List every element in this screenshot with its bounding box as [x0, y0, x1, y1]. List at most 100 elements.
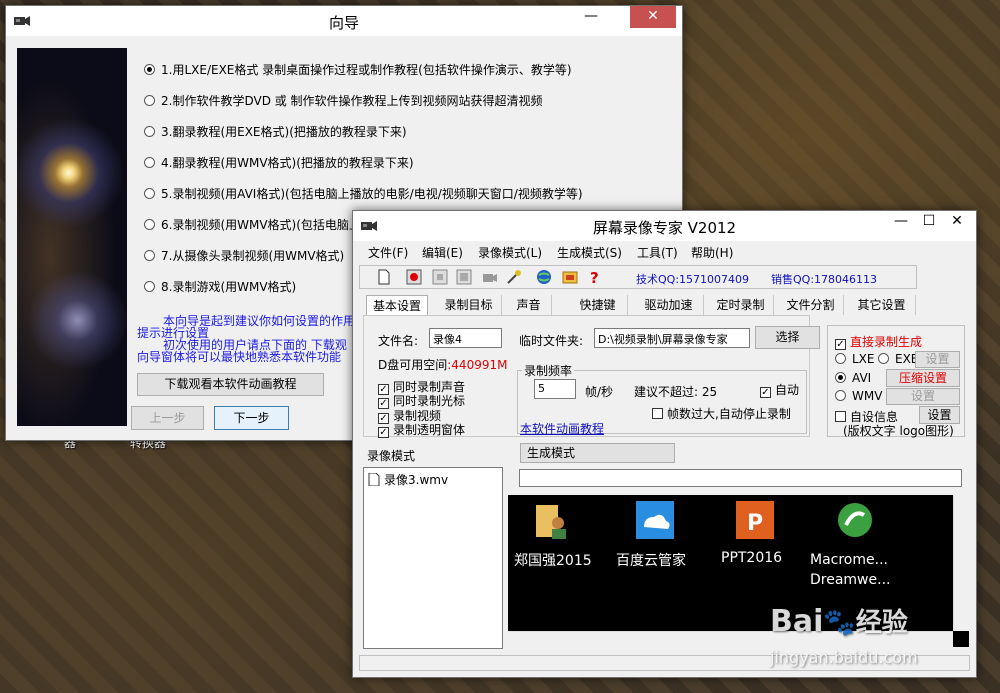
file-list: 录像3.wmv: [363, 467, 503, 649]
wizard-note-line-4: 向导窗体将可以最快地熟悉本软件功能: [137, 350, 342, 364]
minimize-button[interactable]: —: [576, 6, 606, 28]
preview-icon-label-1: 郑国强2015: [514, 553, 592, 569]
freq-input[interactable]: 5: [534, 379, 576, 399]
new-file-icon[interactable]: [376, 269, 392, 285]
wmv-settings-button[interactable]: 设置: [886, 388, 960, 405]
tab-file-split[interactable]: 文件分割: [778, 295, 844, 315]
preview-icon-label-4: Macrome... Dreamwe...: [810, 552, 891, 588]
svg-text:?: ?: [590, 269, 599, 285]
radio-icon[interactable]: [144, 126, 155, 137]
radio-icon[interactable]: [144, 188, 155, 199]
baidu-watermark-url: jingyan.baidu.com: [770, 648, 918, 667]
tab-driver-accel[interactable]: 驱动加速: [634, 295, 704, 315]
tools-icon[interactable]: [562, 269, 578, 285]
tab-sound[interactable]: 声音: [506, 295, 552, 315]
wizard-option-3[interactable]: 3.翻录教程(用EXE格式)(把播放的教程录下来): [144, 123, 407, 140]
tab-hotkeys[interactable]: 快捷键: [568, 295, 628, 315]
preview-icon-label-2: 百度云管家: [616, 553, 686, 569]
menu-file[interactable]: 文件(F): [368, 244, 408, 261]
checkbox-auto-stop[interactable]: 帧数过大,自动停止录制: [652, 405, 791, 422]
freq-unit: 帧/秒: [585, 385, 614, 399]
checkbox-auto[interactable]: ✓ 自动: [760, 381, 799, 398]
preview-scrollbar-vertical[interactable]: [953, 495, 969, 631]
radio-icon[interactable]: [144, 157, 155, 168]
compress-settings-button[interactable]: 压缩设置: [886, 369, 960, 387]
radio-icon[interactable]: [144, 64, 155, 75]
wand-icon[interactable]: [506, 269, 522, 285]
tab-record-target[interactable]: 录制目标: [436, 295, 502, 315]
radio-icon[interactable]: [144, 281, 155, 292]
checkbox-icon[interactable]: [652, 408, 663, 419]
suggest-value: 25: [701, 385, 718, 399]
wizard-option-6[interactable]: 6.录制视频(用WMV格式)(包括电脑上: [144, 216, 361, 233]
checkbox-icon[interactable]: ✓: [835, 339, 846, 350]
radio-wmv[interactable]: WMV: [835, 389, 882, 403]
radio-icon[interactable]: [835, 372, 846, 383]
maximize-button[interactable]: ☐: [914, 211, 944, 233]
radio-icon[interactable]: [878, 353, 889, 364]
radio-icon[interactable]: [835, 353, 846, 364]
record-mode-label: 录像模式: [367, 449, 416, 463]
help-icon[interactable]: ?: [586, 269, 602, 285]
wizard-option-7[interactable]: 7.从摄像头录制视频(用WMV格式): [144, 247, 344, 264]
radio-icon[interactable]: [144, 95, 155, 106]
next-step-button[interactable]: 下一步: [214, 406, 289, 430]
tempdir-input[interactable]: D:\视频录制\屏幕录像专家: [594, 328, 750, 348]
tab-scheduled[interactable]: 定时录制: [708, 295, 774, 315]
baidu-cloud-icon: [636, 501, 674, 539]
record-icon[interactable]: [406, 269, 422, 285]
tempdir-label: 临时文件夹:: [519, 334, 584, 348]
radio-icon[interactable]: [144, 219, 155, 230]
checkbox-icon[interactable]: ✓: [760, 387, 771, 398]
wizard-titlebar[interactable]: 向导 — ✕: [6, 6, 682, 36]
list-item[interactable]: 录像3.wmv: [368, 471, 448, 488]
menu-tools[interactable]: 工具(T): [637, 244, 678, 261]
menu-edit[interactable]: 编辑(E): [422, 244, 463, 261]
globe-icon[interactable]: [536, 269, 552, 285]
radio-icon[interactable]: [835, 390, 846, 401]
svg-text:P: P: [747, 511, 763, 536]
download-tutorial-button[interactable]: 下载观看本软件动画教程: [137, 373, 324, 396]
tech-qq[interactable]: 技术QQ:1571007409: [636, 271, 749, 287]
wizard-option-4[interactable]: 4.翻录教程(用WMV格式)(把播放的教程录下来): [144, 154, 414, 171]
user-folder-icon: [536, 505, 566, 539]
pause-icon[interactable]: [432, 269, 448, 285]
tab-other-settings[interactable]: 其它设置: [848, 295, 916, 315]
stop-icon[interactable]: [456, 269, 472, 285]
filename-label: 文件名:: [378, 334, 419, 348]
radio-exe[interactable]: EXE: [878, 352, 918, 366]
lxe-settings-button[interactable]: 设置: [915, 351, 960, 368]
disk-space-value: :440991M: [447, 358, 508, 372]
menu-record-mode[interactable]: 录像模式(L): [478, 244, 542, 261]
gen-mode-tab[interactable]: 生成模式: [520, 443, 675, 463]
minimize-button[interactable]: —: [886, 211, 916, 233]
filename-input[interactable]: 录像4: [429, 328, 502, 348]
select-folder-button[interactable]: 选择: [755, 326, 820, 349]
preview-icon-label-3: PPT2016: [721, 550, 783, 566]
checkbox-direct-gen[interactable]: ✓ 直接录制生成: [835, 333, 922, 350]
menu-help[interactable]: 帮助(H): [691, 244, 733, 261]
close-button[interactable]: ✕: [942, 211, 972, 233]
checkbox-record-transparent[interactable]: ✓ 录制透明窗体: [378, 421, 465, 438]
camera-record-icon[interactable]: [482, 269, 498, 285]
file-icon: [368, 472, 380, 487]
checkbox-icon[interactable]: ✓: [378, 427, 389, 438]
toolbar: ? 技术QQ:1571007409 销售QQ:178046113: [359, 265, 917, 289]
radio-lxe[interactable]: LXE: [835, 352, 875, 366]
wizard-option-1[interactable]: 1.用LXE/EXE格式 录制桌面操作过程或制作教程(包括软件操作演示、教学等): [144, 61, 572, 78]
menu-bar: 文件(F) 编辑(E) 录像模式(L) 生成模式(S) 工具(T) 帮助(H): [354, 241, 975, 263]
suggest-label: 建议不超过: 25: [634, 385, 718, 399]
checkbox-icon[interactable]: [835, 411, 846, 422]
recorder-titlebar[interactable]: 屏幕录像专家 V2012 — ☐ ✕: [353, 211, 976, 241]
tab-basic-settings[interactable]: 基本设置: [366, 295, 428, 315]
wizard-option-2[interactable]: 2.制作软件教学DVD 或 制作软件操作教程上传到视频网站获得超清视频: [144, 92, 543, 109]
radio-icon[interactable]: [144, 250, 155, 261]
menu-gen-mode[interactable]: 生成模式(S): [557, 244, 622, 261]
wizard-option-5[interactable]: 5.录制视频(用AVI格式)(包括电脑上播放的电影/电视/视频聊天窗口/视频教学…: [144, 185, 583, 202]
close-button[interactable]: ✕: [630, 6, 676, 28]
wizard-option-8[interactable]: 8.录制游戏(用WMV格式): [144, 278, 296, 295]
prev-step-button[interactable]: 上一步: [131, 406, 204, 430]
radio-avi[interactable]: AVI: [835, 371, 871, 385]
tutorial-link[interactable]: 本软件动画教程: [520, 420, 604, 437]
sales-qq[interactable]: 销售QQ:178046113: [771, 271, 877, 287]
